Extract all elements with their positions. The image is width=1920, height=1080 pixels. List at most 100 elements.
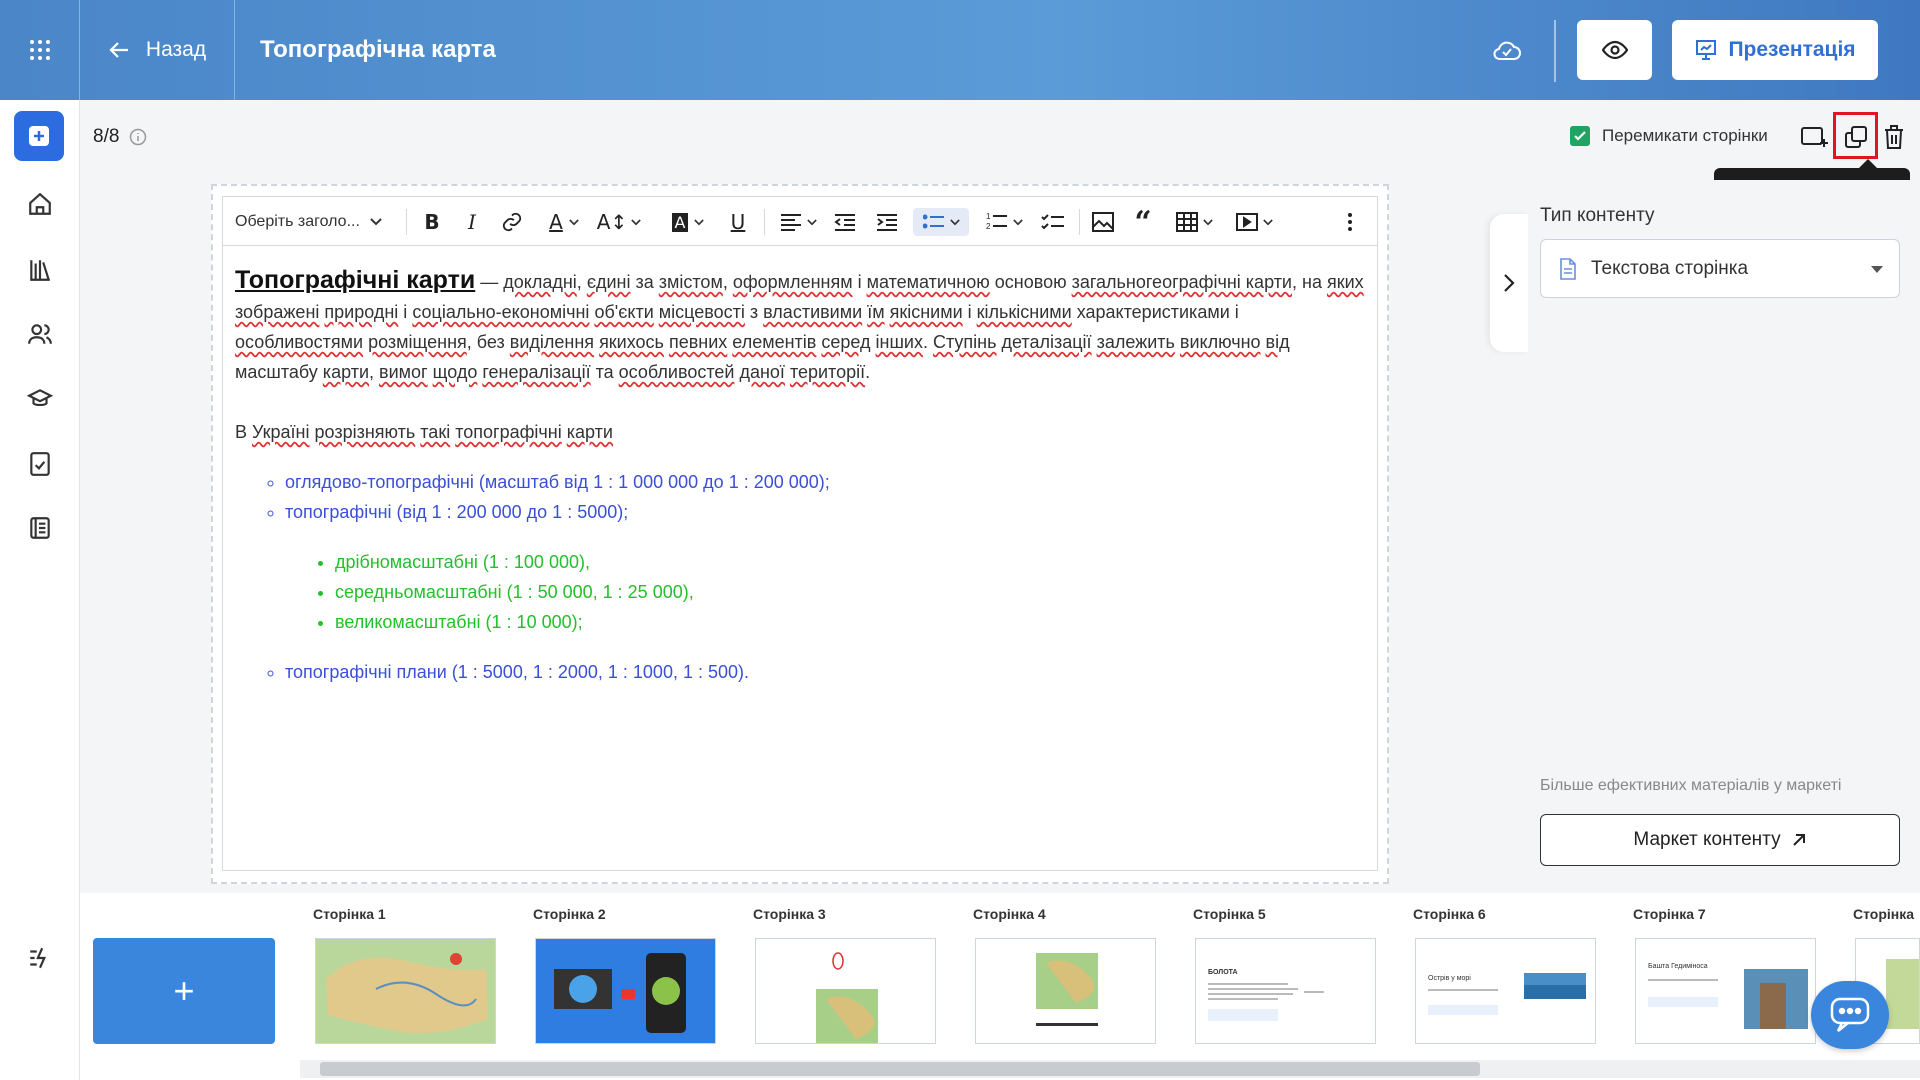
thumbnail-page-5[interactable]: Сторінка 5 БОЛОТА [1193,906,1379,1044]
back-button[interactable]: Назад [80,0,235,100]
list-item: топографічні плани (1 : 5000, 1 : 2000, … [285,657,1370,687]
spellcheck-word: властивими [763,302,863,322]
link-icon[interactable] [499,208,525,236]
apps-grid-button[interactable] [0,0,80,100]
media-embed-icon[interactable] [1229,208,1279,236]
italic-icon[interactable]: I [459,208,485,236]
list-item: великомасштабні (1 : 10 000); [335,607,1370,637]
page-title: Топографічна карта [260,36,496,63]
spellcheck-word: території [789,362,866,382]
toolbar-separator [764,209,765,235]
spellcheck-word: їм [867,302,885,322]
switch-pages-toggle[interactable]: Перемикати сторінки [1570,126,1768,146]
text-run: за [630,272,659,292]
more-options-icon[interactable] [1341,208,1359,236]
bold-icon[interactable]: B [419,208,445,236]
thumbnail-label: Сторінка 6 [1413,906,1486,922]
content-type-select[interactable]: Текстова сторінка [1540,239,1900,298]
spellcheck-word: зображені [235,302,320,322]
market-hint-text: Більше ефективних матеріалів у маркеті [1540,777,1842,794]
thumbnail-title: Башта Гедиміноса [1648,963,1708,970]
thumbnail-label: Сторінка 5 [1193,906,1266,922]
thumbnail-page-6[interactable]: Сторінка 6 Острів у морі [1413,906,1599,1044]
spellcheck-word: докладні [503,272,577,292]
text-run: основою [989,272,1072,292]
list-item: дрібномасштабні (1 : 100 000), [335,547,1370,577]
spellcheck-word: розрізняють [314,422,416,442]
highlight-color-icon[interactable]: A [663,208,713,236]
text-run: , без [466,332,510,352]
sidebar-create-button[interactable] [14,111,64,161]
todo-list-icon[interactable] [1039,208,1067,236]
spellcheck-word: щодо [432,362,478,382]
spellcheck-word: математичною [866,272,990,292]
thumbnail-image: Острів у морі [1415,938,1596,1044]
thumbnail-label: Сторінка 2 [533,906,606,922]
sidebar-item-tasks[interactable] [24,448,56,480]
editor-content[interactable]: Топографічні карти — докладні, єдині за … [235,265,1370,687]
thumbnail-page-8[interactable]: Сторінка [1853,906,1920,1044]
numbered-list-icon[interactable]: 12 [979,208,1029,236]
rich-text-editor[interactable]: Оберіть заголо... B I A A↕ A U 1 2 “ Топ… [222,196,1378,871]
thumbnail-page-3[interactable]: Сторінка 3 [753,906,939,1044]
spellcheck-word: кількісними [976,302,1072,322]
sidebar-item-updates[interactable] [24,942,56,974]
thumbnail-page-2[interactable]: Сторінка 2 [533,906,719,1044]
lightning-icon [30,947,47,969]
add-page-tile[interactable]: + [93,938,275,1044]
checkbox-checked-icon[interactable] [1570,126,1590,146]
spellcheck-word: карти [566,422,613,442]
chat-support-button[interactable] [1811,981,1889,1049]
sidebar-item-library[interactable] [24,254,56,286]
scale-sublist: дрібномасштабні (1 : 100 000), середньом… [285,547,1370,637]
sidebar-item-journal[interactable] [24,512,56,544]
indent-icon[interactable] [873,208,901,236]
list-item-text: топографічні (від 1 : 200 000 до 1 : 500… [285,502,629,522]
thumbnail-page-7[interactable]: Сторінка 7 Башта Гедиміноса [1633,906,1819,1044]
quote-icon[interactable]: “ [1129,205,1157,240]
spellcheck-word: об'єкти [594,302,654,322]
graduation-cap-icon [27,389,53,407]
scrollbar-thumb[interactable] [320,1062,1480,1076]
text-run: і [852,272,867,292]
bullet-list-icon[interactable] [913,208,969,236]
spellcheck-word: якихось [599,332,664,352]
text-run: В [235,422,253,442]
spellcheck-word: природні [324,302,399,322]
align-icon[interactable] [775,208,821,236]
content-market-button[interactable]: Маркет контенту [1540,814,1900,866]
thumbnail-page-1[interactable]: Сторінка 1 [313,906,499,1044]
heading-select-value: Оберіть заголо... [235,213,360,230]
font-color-icon[interactable]: A [541,208,587,236]
caret-down-icon [1871,266,1883,273]
spellcheck-word: соціально-економічні [412,302,590,322]
thumbnail-image: Башта Гедиміноса [1635,938,1816,1044]
content-market-label: Маркет контенту [1633,829,1781,850]
text-run: характеристиками і [1071,302,1239,322]
outdent-icon[interactable] [831,208,859,236]
spellcheck-word: оформленням [732,272,853,292]
presentation-button[interactable]: Презентація [1672,20,1878,80]
info-icon[interactable] [129,128,147,146]
apps-grid-icon [29,40,50,60]
font-size-icon[interactable]: A↕ [593,208,645,236]
image-icon[interactable] [1089,208,1117,236]
document-icon [1560,257,1576,280]
collapse-panel-button[interactable] [1490,214,1528,352]
spellcheck-word: розміщення [368,332,467,352]
underline-icon[interactable]: U [725,208,751,236]
sidebar-item-home[interactable] [24,188,56,220]
heading-select[interactable]: Оберіть заголо... [235,209,382,235]
preview-button[interactable] [1577,20,1652,80]
table-icon[interactable] [1169,208,1219,236]
text-run: та [590,362,619,382]
spellcheck-word: певних [668,332,728,352]
delete-page-button[interactable] [1876,119,1912,155]
sidebar-item-users[interactable] [24,318,56,350]
thumbnail-page-4[interactable]: Сторінка 4 [973,906,1159,1044]
content-heading: Топографічні карти [235,266,476,294]
spellcheck-word: топографічні [455,422,562,442]
sidebar-item-courses[interactable] [24,383,56,415]
add-page-button[interactable] [1797,119,1833,155]
content-type-label: Тип контенту [1540,205,1655,226]
